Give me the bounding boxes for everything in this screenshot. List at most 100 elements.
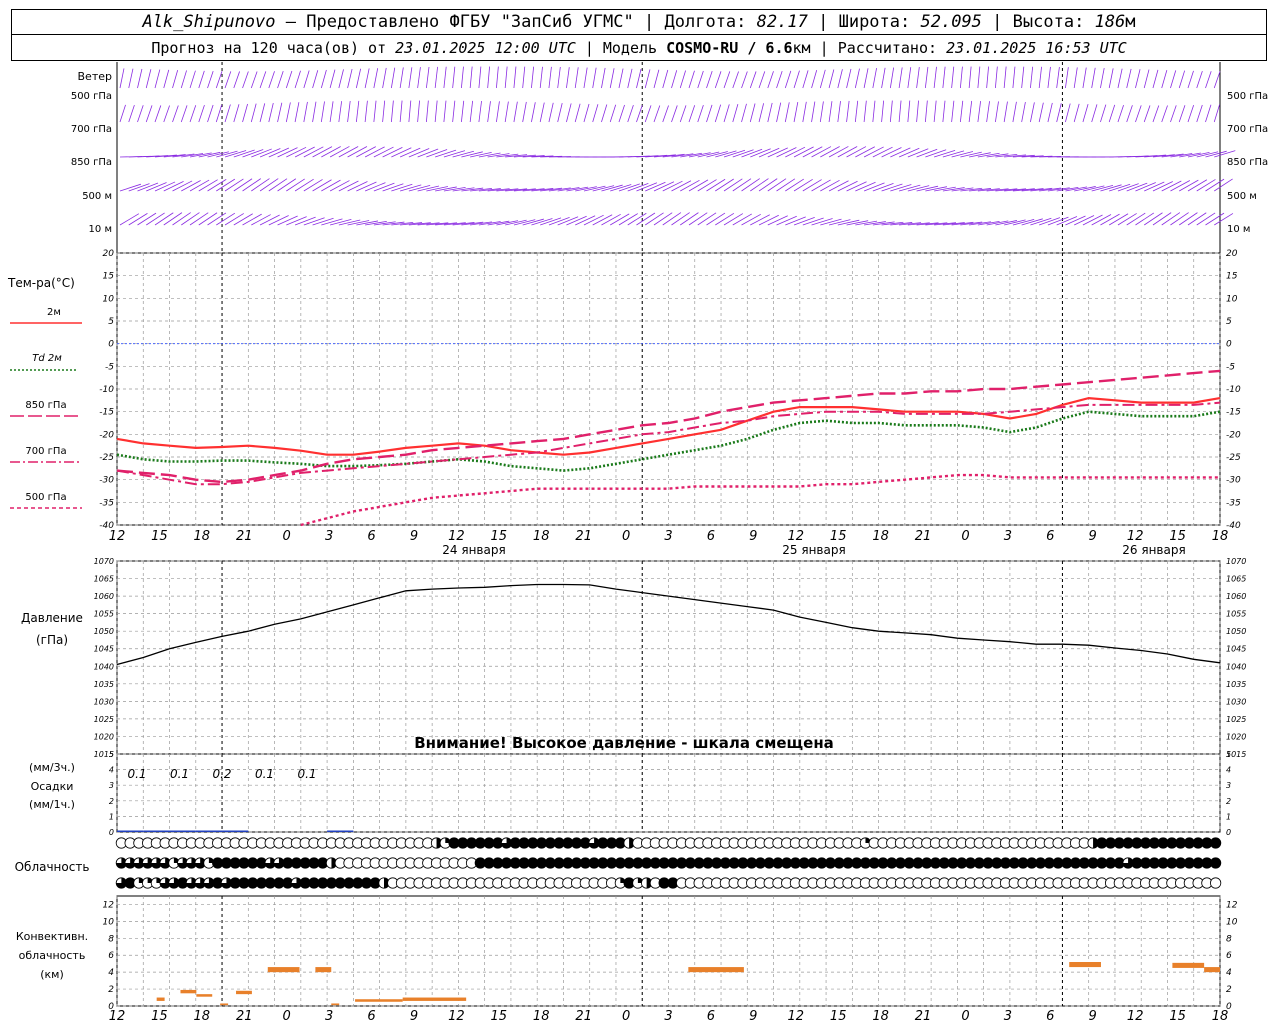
wind-barb [1065, 103, 1071, 123]
pressure-unit: (гПа) [36, 633, 68, 647]
wind-barb [714, 104, 722, 123]
wind-barb [609, 104, 617, 123]
hour-label: 12 [1127, 1009, 1144, 1024]
wind-barb [338, 69, 344, 89]
wind-barb [329, 146, 350, 158]
wind-barb [653, 69, 660, 89]
wind-barb [1117, 104, 1124, 123]
y-tick-label: 1025 [94, 715, 114, 724]
wind-barb [776, 70, 783, 89]
hour-label: 18 [533, 529, 550, 544]
day-label: 26 января [1122, 543, 1185, 557]
convective-bar [688, 967, 744, 973]
wind-barb [242, 103, 248, 123]
wind-barb [741, 213, 761, 226]
hour-label: 12 [109, 529, 126, 544]
y-tick-label: -5 [1226, 362, 1235, 372]
wind-barb [303, 101, 308, 123]
wind-barb [1100, 104, 1107, 123]
y-tick-label: 0 [1226, 828, 1231, 837]
wind-barb [618, 68, 624, 89]
cloud-symbol [1210, 857, 1222, 869]
wind-barb [277, 102, 283, 123]
wind-barb [1170, 105, 1177, 123]
wind-barb [653, 212, 673, 226]
y-tick-label: -10 [1226, 385, 1241, 395]
wind-barb [356, 146, 376, 158]
wind-barb [732, 71, 739, 89]
wind-barb [811, 218, 833, 226]
wind-barb [233, 71, 240, 89]
wind-barb [1135, 69, 1141, 89]
wind-barb [504, 66, 508, 89]
hour-label: 9 [749, 1009, 757, 1024]
wind-barb [487, 66, 490, 89]
wind-barb [303, 217, 325, 226]
wind-barb [531, 102, 536, 123]
wind-barb [609, 68, 615, 89]
wind-barb [872, 146, 893, 158]
wind-barb [942, 150, 965, 158]
wind-barb [968, 100, 973, 123]
precip-bar [143, 830, 170, 832]
wind-barb [925, 149, 947, 158]
hour-label: 15 [1169, 529, 1186, 544]
wind-barb [303, 179, 323, 192]
wind-barb [889, 100, 893, 123]
wind-barb [399, 147, 421, 158]
y-tick-label: 2 [1226, 985, 1232, 995]
wind-barb [837, 146, 858, 158]
wind-barb [347, 68, 353, 89]
wind-barb [802, 217, 824, 226]
wind-barb [1003, 101, 1008, 123]
wind-barb [154, 69, 161, 89]
wind-barb [907, 100, 911, 123]
convective-bar [267, 967, 300, 973]
wind-barb [294, 216, 316, 226]
wind-barb [898, 100, 902, 123]
hour-label: 0 [622, 1009, 630, 1024]
convective-bar [180, 989, 197, 994]
wind-barb [137, 68, 143, 89]
wind-barb [1213, 71, 1221, 89]
wind-barb [802, 146, 823, 158]
wind-barb [732, 178, 752, 192]
wind-barb [390, 100, 394, 123]
wind-barb [128, 213, 148, 226]
hour-label: 12 [448, 529, 465, 544]
y-tick-label: 1060 [94, 592, 114, 601]
wind-barb [785, 216, 806, 226]
y-tick-label: -20 [99, 430, 114, 440]
wind-barb [986, 66, 989, 89]
wind-barb [1117, 213, 1137, 226]
hour-label: 12 [1127, 529, 1144, 544]
y-tick-label: 1030 [94, 697, 114, 706]
convective-unit: (км) [40, 968, 64, 981]
wind-barb [259, 214, 280, 226]
wind-barb [907, 67, 912, 89]
wind-barb [539, 102, 545, 123]
wind-barb [338, 180, 359, 192]
wind-barb [828, 180, 849, 192]
wind-barb [750, 178, 769, 192]
wind-barb [802, 101, 807, 123]
wind-barb [259, 178, 279, 192]
wind-barb [250, 71, 258, 89]
hour-label: 0 [961, 529, 969, 544]
wind-barb [242, 178, 261, 192]
wind-barb [819, 101, 824, 123]
wind-barb [137, 105, 144, 123]
wind-barb [242, 71, 249, 89]
wind-barb [434, 66, 438, 89]
wind-barb [303, 70, 310, 89]
y-tick-label: 12 [103, 900, 115, 910]
y-tick-label: 15 [1226, 272, 1238, 282]
wind-barb [286, 178, 305, 192]
wind-level-labels: 500 гПа 700 гПа 850 гПа 500 м 10 м 500 г… [71, 91, 1268, 235]
wind-barb [610, 213, 630, 226]
wind-barb [207, 212, 227, 226]
wind-barb [277, 71, 284, 89]
wind-barb [820, 146, 840, 158]
wind-barb [872, 100, 876, 123]
wind-barb [364, 146, 385, 158]
